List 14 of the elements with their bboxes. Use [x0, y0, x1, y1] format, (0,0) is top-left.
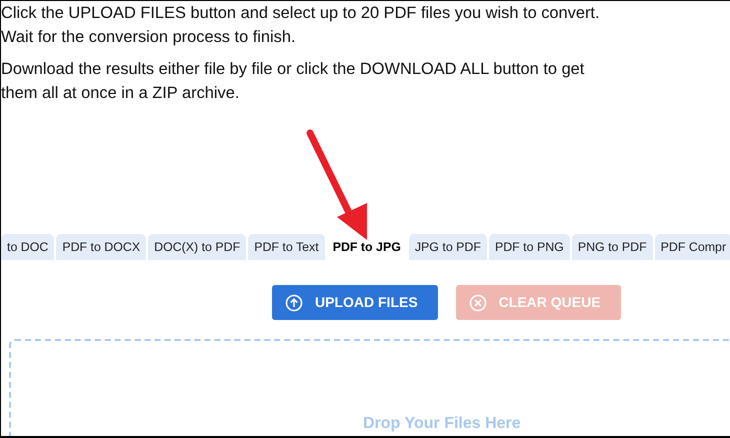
- converter-tab[interactable]: PDF to DOCX: [56, 234, 146, 260]
- instruction-text: Click the UPLOAD FILES button and select up to 20 PDF files you wish to convert. Wait for the conversion process to finish.: [1, 3, 601, 48]
- converter-tab[interactable]: PNG to PDF: [572, 234, 653, 260]
- converter-tab[interactable]: DOC(X) to PDF: [148, 234, 246, 260]
- converter-tab[interactable]: to DOC: [1, 234, 54, 260]
- instruction-text: Download the results either file by file or click the DOWNLOAD ALL button to get them all at once in a ZIP archive.: [1, 59, 586, 104]
- upload-button[interactable]: UPLOAD FILES: [272, 285, 438, 320]
- converter-tab[interactable]: PDF Compr: [654, 234, 730, 260]
- drop-zone-label: Drop Your Files Here: [363, 414, 521, 434]
- converter-tab[interactable]: PDF to Text: [248, 234, 325, 260]
- converter-tab[interactable]: JPG to PDF: [408, 234, 487, 260]
- converter-tab[interactable]: PDF to PNG: [488, 234, 570, 260]
- close-icon: [468, 294, 487, 312]
- upload-icon: [285, 294, 303, 312]
